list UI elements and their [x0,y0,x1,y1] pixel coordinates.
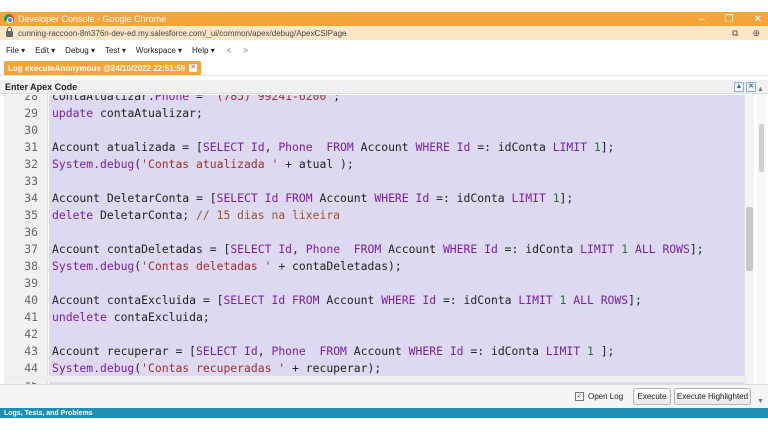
editor-horizontal-scrollbar[interactable] [4,376,747,382]
line-code[interactable]: delete DeletarConta; // 15 dias na lixei… [52,207,340,224]
line-number: 41 [24,310,38,324]
line-number: 28 [24,95,38,103]
line-code[interactable]: System.debug('Contas atualizada ' + atua… [52,156,354,173]
tab-close-icon[interactable]: ✕ [189,64,198,72]
code-line[interactable]: 43 Account recuperar = [SELECT Id, Phone … [4,343,747,360]
window-controls: – ❐ ✕ [699,12,762,26]
page-scroll-thumb[interactable] [759,124,764,172]
line-number: 29 [24,106,38,120]
close-icon[interactable]: ✕ [754,14,762,25]
tab-label: Log executeAnonymous @24/10/2022 22:51:5… [8,63,186,73]
line-number: 30 [24,123,38,137]
line-number: 32 [24,157,38,171]
code-line[interactable]: 42 [4,326,747,343]
menu-bar: File ▾ Edit ▾ Debug ▾ Test ▾ Workspace ▾… [0,43,768,57]
close-panel-icon[interactable]: ✕ [746,81,756,92]
open-log-checkbox[interactable]: ✓ Open Log [575,392,623,401]
line-code[interactable]: Account contaDeletadas = [SELECT Id, Pho… [52,241,704,258]
lock-icon [6,27,13,37]
line-code[interactable]: Account recuperar = [SELECT Id, Phone FR… [52,343,614,360]
minimize-icon[interactable]: – [699,14,705,25]
zoom-icon[interactable]: ⊕ [752,28,760,39]
execute-button[interactable]: Execute [633,388,671,405]
back-arrow-icon[interactable]: < [227,46,232,55]
code-line[interactable]: 28 contaAtualizar.Phone = '(785) 99241-62… [4,95,747,105]
window-titlebar: Developer Console - Google Chrome – ❐ ✕ [0,12,768,26]
menu-edit[interactable]: Edit ▾ [35,46,55,55]
menu-test[interactable]: Test ▾ [105,46,126,55]
line-number: 31 [24,140,38,154]
line-code[interactable]: Account contaExcluida = [SELECT Id FROM … [52,292,642,309]
maximize-panel-icon[interactable]: ▲ [734,81,744,92]
code-line[interactable]: 33 [4,173,747,190]
address-bar-icons: ⧉ ⊕ [732,28,760,39]
editor-scroll-thumb[interactable] [746,207,753,271]
line-number: 36 [24,225,38,239]
menu-workspace[interactable]: Workspace ▾ [136,46,182,55]
line-code[interactable]: Account atualizada = [SELECT Id, Phone F… [52,139,614,156]
line-number: 38 [24,259,38,273]
code-line[interactable]: 32 System.debug('Contas atualizada ' + at… [4,156,747,173]
line-code[interactable]: undelete contaExcluida; [52,309,210,326]
line-number: 42 [24,327,38,341]
code-editor[interactable]: 28 contaAtualizar.Phone = '(785) 99241-62… [4,95,747,384]
restore-icon[interactable]: ❐ [725,14,734,25]
code-line[interactable]: 44 System.debug('Contas recuperadas ' + r… [4,360,747,377]
line-number: 40 [24,293,38,307]
scroll-down-icon[interactable]: ▼ [757,398,764,405]
line-code[interactable]: contaAtualizar.Phone = '(785) 99241-6200… [52,95,340,105]
code-line[interactable]: 31 Account atualizada = [SELECT Id, Phone… [4,139,747,156]
bottom-panel-label: Logs, Tests, and Problems [4,409,93,417]
code-line[interactable]: 39 [4,275,747,292]
code-line[interactable]: 29 update contaAtualizar; [4,105,747,122]
code-line[interactable]: 35 delete DeletarConta; // 15 dias na lix… [4,207,747,224]
open-log-label: Open Log [588,392,624,401]
line-number: 39 [24,276,38,290]
code-line[interactable]: 34 Account DeletarConta = [SELECT Id FROM… [4,190,747,207]
line-number: 44 [24,361,38,375]
panel-title: Enter Apex Code [5,81,78,92]
tab-strip: Log executeAnonymous @24/10/2022 22:51:5… [0,58,768,76]
window-title: Developer Console - Google Chrome [18,14,167,24]
chrome-icon [4,14,14,24]
line-number: 37 [24,242,38,256]
line-number: 34 [24,191,38,205]
line-number: 35 [24,208,38,222]
checkbox-icon[interactable]: ✓ [575,392,584,401]
line-code[interactable]: update contaAtualizar; [52,105,203,122]
menu-file[interactable]: File ▾ [6,46,25,55]
tab-log-execute-anonymous[interactable]: Log executeAnonymous @24/10/2022 22:51:5… [4,61,202,75]
url-text[interactable]: cunning-raccoon-8m376n-dev-ed.my.salesfo… [18,29,346,38]
scroll-up-icon[interactable]: ▲ [757,86,764,93]
line-number: 33 [24,174,38,188]
code-line[interactable]: 30 [4,122,747,139]
code-line[interactable]: 38 System.debug('Contas deletadas ' + con… [4,258,747,275]
panel-header-buttons: ▲ ✕ [734,81,756,92]
editor-vertical-scrollbar[interactable] [744,95,754,384]
page-vertical-scrollbar[interactable] [757,94,766,384]
line-code[interactable]: Account DeletarConta = [SELECT Id FROM A… [52,190,573,207]
execute-highlighted-button[interactable]: Execute Highlighted [674,388,751,405]
logs-tests-problems-bar[interactable]: Logs, Tests, and Problems [0,408,768,418]
editor-footer: ✓ Open Log Execute Execute Highlighted [0,384,768,408]
code-line[interactable]: 40 Account contaExcluida = [SELECT Id FRO… [4,292,747,309]
forward-arrow-icon[interactable]: > [243,46,248,55]
code-line[interactable]: 36 [4,224,747,241]
translate-icon[interactable]: ⧉ [732,28,738,39]
menu-help[interactable]: Help ▾ [192,46,215,55]
menu-debug[interactable]: Debug ▾ [65,46,95,55]
line-code[interactable]: System.debug('Contas recuperadas ' + rec… [52,360,381,377]
code-line[interactable]: 41 undelete contaExcluida; [4,309,747,326]
line-number: 43 [24,344,38,358]
line-code[interactable]: System.debug('Contas deletadas ' + conta… [52,258,402,275]
panel-header: Enter Apex Code ▲ ✕ [0,80,768,94]
code-line[interactable]: 37 Account contaDeletadas = [SELECT Id, P… [4,241,747,258]
address-bar[interactable]: cunning-raccoon-8m376n-dev-ed.my.salesfo… [0,26,768,40]
